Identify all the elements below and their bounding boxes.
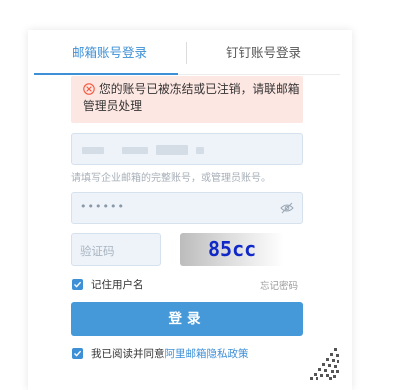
- login-tabs: 邮箱账号登录 钉钉账号登录: [28, 30, 352, 75]
- active-tab-indicator: [34, 73, 178, 75]
- redacted-text: [156, 145, 188, 155]
- password-value: ••••••: [80, 200, 125, 213]
- redacted-text: [122, 147, 148, 154]
- captcha-input[interactable]: 验证码: [71, 233, 161, 266]
- login-button[interactable]: 登录: [71, 302, 303, 336]
- agreement-prefix: 我已阅读并同意: [91, 348, 165, 360]
- password-field[interactable]: ••••••: [71, 192, 303, 224]
- captcha-image[interactable]: 85cc: [180, 233, 284, 266]
- email-hint: 请填写企业邮箱的完整账号，或管理员账号。: [71, 173, 271, 184]
- redacted-text: [82, 147, 104, 154]
- checkmark-icon: [74, 350, 82, 357]
- login-panel: 邮箱账号登录 钉钉账号登录 您的账号已被冻结或已注销，请联邮箱管理员处理 请填写…: [28, 30, 352, 390]
- redacted-text: [196, 147, 204, 154]
- forgot-password-link[interactable]: 忘记密码: [260, 278, 298, 292]
- qr-code-corner-icon[interactable]: [306, 342, 340, 380]
- error-alert: 您的账号已被冻结或已注销，请联邮箱管理员处理: [71, 76, 303, 123]
- email-field[interactable]: [71, 133, 303, 165]
- tab-divider: [186, 42, 187, 64]
- tab-email-login[interactable]: 邮箱账号登录: [72, 44, 147, 62]
- agree-checkbox[interactable]: [72, 348, 83, 359]
- eye-slash-icon[interactable]: [280, 202, 294, 214]
- checkmark-icon: [74, 281, 82, 288]
- captcha-text: 85cc: [208, 237, 257, 261]
- alert-message: 您的账号已被冻结或已注销，请联邮箱管理员处理: [83, 82, 300, 113]
- tab-bottom-border: [178, 74, 340, 75]
- tab-dingtalk-login[interactable]: 钉钉账号登录: [226, 44, 301, 62]
- privacy-policy-link[interactable]: 阿里邮箱隐私政策: [165, 348, 249, 360]
- captcha-placeholder: 验证码: [80, 244, 115, 258]
- remember-checkbox[interactable]: [72, 279, 83, 290]
- agreement-label: 我已阅读并同意阿里邮箱隐私政策: [91, 346, 249, 361]
- remember-label: 记住用户名: [91, 279, 144, 291]
